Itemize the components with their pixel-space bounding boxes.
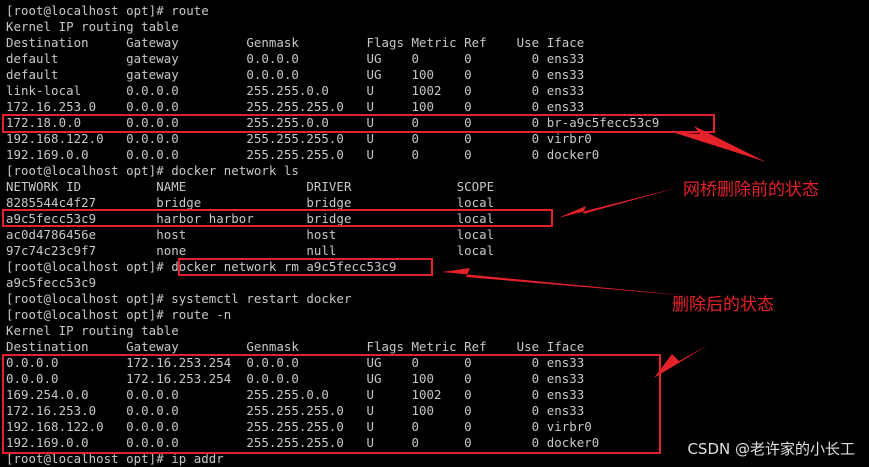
annotation-arrows	[442, 126, 766, 378]
csdn-watermark: CSDN @老许家的小长工	[687, 440, 855, 458]
arrow-to-bridge-route	[672, 126, 766, 162]
annotation-before-delete: 网桥删除前的状态	[683, 180, 819, 200]
arrow-to-harbor-network	[558, 187, 680, 218]
arrow-to-rm-command	[442, 268, 690, 296]
annotation-after-delete: 删除后的状态	[672, 295, 774, 315]
arrow-to-route-after	[654, 345, 708, 378]
